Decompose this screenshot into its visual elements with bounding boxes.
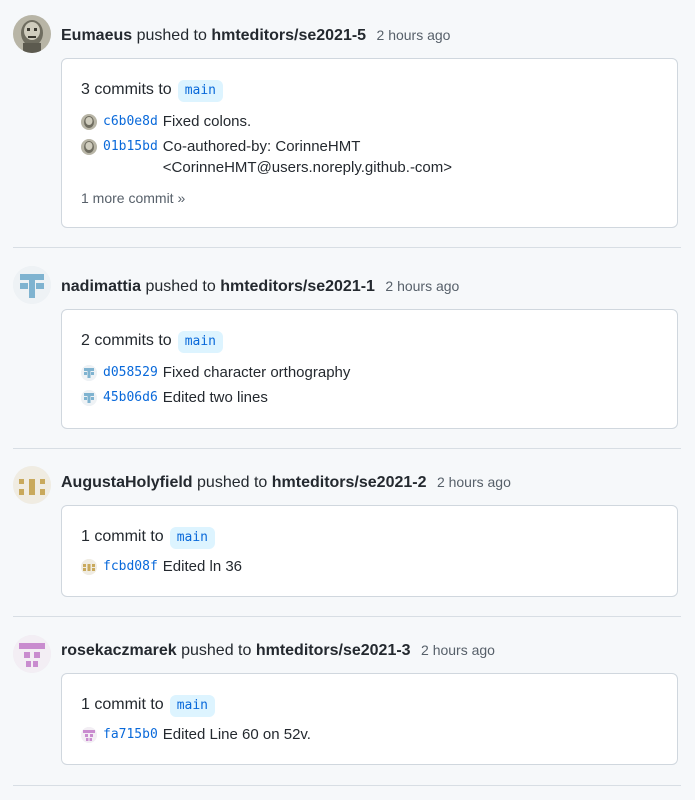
avatar[interactable] bbox=[81, 727, 97, 743]
event-headline: AugustaHolyfield pushed to hmteditors/se… bbox=[61, 472, 511, 493]
event-headline: nadimattia pushed to hmteditors/se2021-1… bbox=[61, 276, 459, 297]
avatar[interactable] bbox=[81, 365, 97, 381]
repo-link[interactable]: hmteditors/se2021-1 bbox=[220, 278, 375, 295]
repo-link[interactable]: hmteditors/se2021-5 bbox=[211, 27, 366, 44]
commit-row: fa715b0 Edited Line 60 on 52v. bbox=[81, 724, 311, 745]
avatar[interactable] bbox=[13, 635, 51, 673]
divider bbox=[13, 448, 681, 449]
commit-message: Edited Line 60 on 52v. bbox=[162, 726, 311, 743]
commit-count: 2 commits to bbox=[81, 332, 172, 349]
commit-row: 45b06d6 Edited two lines bbox=[81, 387, 268, 408]
commit-row: c6b0e8d Fixed colons. bbox=[81, 111, 251, 132]
avatar[interactable] bbox=[13, 466, 51, 504]
commit-message: Edited ln 36 bbox=[162, 558, 243, 575]
branch-link[interactable]: main bbox=[177, 80, 223, 102]
commit-message: Fixed colons. bbox=[162, 113, 252, 130]
commit-sha-link[interactable]: fcbd08f bbox=[103, 556, 158, 577]
event-time: 2 hours ago bbox=[385, 278, 460, 294]
commit-sha-link[interactable]: fa715b0 bbox=[103, 724, 158, 745]
branch-link[interactable]: main bbox=[169, 695, 215, 717]
commit-row: fcbd08f Edited ln 36 bbox=[81, 556, 242, 577]
commit-card: 1 commit to main fa715b0 Edited Line 60 o… bbox=[61, 673, 678, 765]
divider bbox=[13, 616, 681, 617]
commit-sha-link[interactable]: 01b15bd bbox=[103, 136, 158, 157]
event-headline: Eumaeus pushed to hmteditors/se2021-5 2 … bbox=[61, 25, 450, 46]
commit-sha-link[interactable]: c6b0e8d bbox=[103, 111, 158, 132]
event-verb: pushed to bbox=[145, 278, 216, 295]
event-verb: pushed to bbox=[136, 27, 207, 44]
avatar[interactable] bbox=[13, 266, 51, 304]
user-link[interactable]: AugustaHolyfield bbox=[61, 474, 193, 491]
user-link[interactable]: rosekaczmarek bbox=[61, 642, 177, 659]
branch-link[interactable]: main bbox=[177, 331, 223, 353]
commit-summary: 1 commit to main bbox=[81, 526, 215, 549]
commit-message: Fixed character orthography bbox=[162, 364, 351, 381]
commit-count: 1 commit to bbox=[81, 696, 164, 713]
repo-link[interactable]: hmteditors/se2021-3 bbox=[256, 642, 411, 659]
avatar[interactable] bbox=[81, 559, 97, 575]
commit-row: d058529 Fixed character orthography bbox=[81, 362, 350, 383]
commit-sha-link[interactable]: 45b06d6 bbox=[103, 387, 158, 408]
commit-card: 2 commits to main d058529 Fixed character… bbox=[61, 309, 678, 429]
commit-card: 1 commit to main fcbd08f Edited ln 36 bbox=[61, 505, 678, 597]
commit-summary: 1 commit to main bbox=[81, 694, 215, 717]
commit-summary: 3 commits to main bbox=[81, 79, 223, 102]
divider bbox=[13, 247, 681, 248]
commit-summary: 2 commits to main bbox=[81, 330, 223, 353]
commit-message: Edited two lines bbox=[162, 389, 268, 406]
event-time: 2 hours ago bbox=[436, 474, 511, 490]
event-time: 2 hours ago bbox=[421, 642, 495, 658]
commit-row: 01b15bd Co-authored-by: CorinneHMT <Cori… bbox=[81, 136, 571, 178]
branch-link[interactable]: main bbox=[169, 527, 215, 549]
user-link[interactable]: nadimattia bbox=[61, 278, 141, 295]
divider bbox=[13, 785, 681, 786]
event-verb: pushed to bbox=[181, 642, 252, 659]
repo-link[interactable]: hmteditors/se2021-2 bbox=[272, 474, 427, 491]
commit-count: 3 commits to bbox=[81, 81, 172, 98]
avatar[interactable] bbox=[81, 114, 97, 130]
avatar[interactable] bbox=[81, 390, 97, 406]
event-verb: pushed to bbox=[197, 474, 268, 491]
commit-card: 3 commits to main c6b0e8d Fixed colons. 0… bbox=[61, 58, 678, 228]
avatar[interactable] bbox=[81, 139, 97, 155]
event-headline: rosekaczmarek pushed to hmteditors/se202… bbox=[61, 640, 495, 661]
avatar[interactable] bbox=[13, 15, 51, 53]
more-commits-link[interactable]: 1 more commit » bbox=[81, 190, 185, 206]
user-link[interactable]: Eumaeus bbox=[61, 27, 132, 44]
commit-sha-link[interactable]: d058529 bbox=[103, 362, 158, 383]
commit-count: 1 commit to bbox=[81, 528, 164, 545]
event-time: 2 hours ago bbox=[376, 27, 451, 43]
commit-message: Co-authored-by: CorinneHMT <CorinneHMT@u… bbox=[162, 138, 453, 176]
